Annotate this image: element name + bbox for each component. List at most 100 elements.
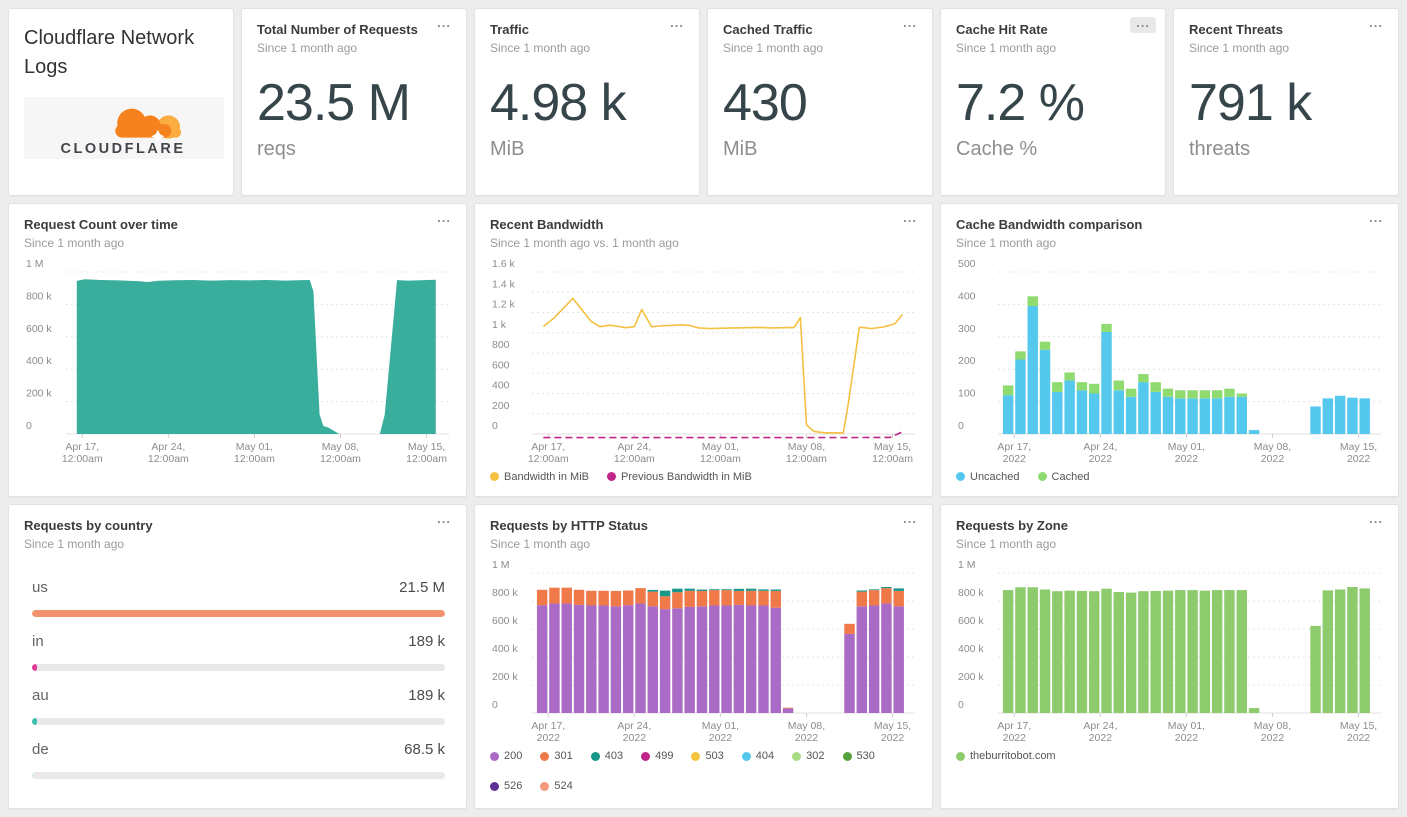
legend-item-403[interactable]: 403 bbox=[590, 750, 623, 762]
request-count-chart[interactable]: 0 200 k 400 k 600 k 800 k1 M Apr 17, 12:00am Ap… bbox=[24, 258, 451, 468]
legend-label: 302 bbox=[806, 750, 825, 762]
svg-text:12:00am: 12:00am bbox=[320, 453, 361, 465]
country-bar[interactable] bbox=[32, 664, 37, 671]
legend-item-503[interactable]: 503 bbox=[691, 750, 724, 762]
svg-text:May 15,: May 15, bbox=[874, 720, 911, 732]
card-menu-button[interactable]: ... bbox=[1363, 512, 1389, 529]
svg-text:600 k: 600 k bbox=[26, 323, 52, 335]
legend-item-530[interactable]: 530 bbox=[842, 750, 875, 762]
svg-text:500: 500 bbox=[958, 258, 976, 270]
legend-item-theburritobot-com[interactable]: theburritobot.com bbox=[956, 750, 1056, 762]
svg-text:12:00am: 12:00am bbox=[148, 453, 189, 465]
svg-text:12:00am: 12:00am bbox=[528, 453, 569, 465]
requests-by-zone-chart[interactable]: 0 200 k 400 k 600 k 800 k1 M Apr 17, 2022 Apr 2… bbox=[956, 559, 1383, 747]
legend-item-404[interactable]: 404 bbox=[741, 750, 775, 762]
http-status-chart[interactable]: 0 200 k 400 k 600 k 800 k1 M Apr 17, 2022 Apr 2… bbox=[490, 559, 917, 747]
legend-label: Previous Bandwidth in MiB bbox=[621, 470, 752, 483]
legend-item-200[interactable]: 200 bbox=[490, 750, 522, 762]
stat-unit: MiB bbox=[723, 138, 758, 161]
country-bar[interactable] bbox=[32, 718, 37, 725]
legend-item-302[interactable]: 302 bbox=[792, 750, 825, 762]
legend-dot bbox=[607, 472, 616, 482]
country-label: au bbox=[32, 687, 49, 704]
legend-item-499[interactable]: 499 bbox=[641, 750, 673, 762]
card-menu-button[interactable]: ... bbox=[431, 512, 457, 529]
svg-text:400: 400 bbox=[958, 290, 976, 302]
chart-card-requests-by-zone: Requests by Zone Since 1 month ago ... 0… bbox=[940, 503, 1399, 809]
country-bar[interactable] bbox=[32, 610, 445, 617]
country-bar-list: us 21.5 M in 189 k au 189 k de 68.5 k bbox=[24, 579, 451, 779]
stat-value: 791 k bbox=[1189, 74, 1312, 133]
svg-text:Apr 17,: Apr 17, bbox=[531, 720, 565, 732]
chart-card-request-count: Request Count over time Since 1 month ag… bbox=[8, 202, 467, 497]
legend-item-previous-bandwidth-in-mib[interactable]: Previous Bandwidth in MiB bbox=[607, 471, 752, 483]
card-menu-button[interactable]: ... bbox=[431, 16, 457, 33]
stat-value: 430 bbox=[723, 74, 808, 133]
country-value: 189 k bbox=[408, 687, 445, 704]
card-menu-button[interactable]: ... bbox=[664, 16, 690, 33]
svg-text:800: 800 bbox=[492, 339, 510, 351]
svg-text:12:00am: 12:00am bbox=[700, 453, 741, 465]
svg-text:2022: 2022 bbox=[1347, 732, 1371, 744]
svg-text:Apr 17,: Apr 17, bbox=[65, 441, 99, 453]
legend-item-bandwidth-in-mib[interactable]: Bandwidth in MiB bbox=[490, 471, 589, 483]
legend-dot bbox=[641, 751, 651, 761]
card-subtitle: Since 1 month ago bbox=[24, 537, 125, 551]
legend-label: 499 bbox=[655, 750, 674, 762]
country-row-us: us 21.5 M bbox=[32, 579, 445, 617]
chart-legend: Uncached Cached bbox=[956, 471, 1383, 483]
svg-text:400 k: 400 k bbox=[492, 643, 518, 655]
svg-text:1 k: 1 k bbox=[492, 319, 507, 331]
card-menu-button[interactable]: ... bbox=[897, 512, 923, 529]
stat-row: Cloudflare Network Logs CLOUDFLARE Total… bbox=[8, 8, 1399, 196]
card-subtitle: Since 1 month ago bbox=[956, 41, 1057, 56]
legend-item-uncached[interactable]: Uncached bbox=[956, 471, 1020, 483]
stat-card-recent-threats: Recent Threats Since 1 month ago ... 791… bbox=[1173, 8, 1399, 196]
card-menu-button[interactable]: ... bbox=[1363, 16, 1389, 33]
svg-text:May 01,: May 01, bbox=[236, 441, 273, 453]
svg-text:600 k: 600 k bbox=[492, 615, 518, 627]
country-value: 68.5 k bbox=[404, 741, 445, 758]
card-title: Requests by country bbox=[24, 517, 153, 533]
card-menu-button[interactable]: ... bbox=[431, 211, 457, 228]
card-menu-button[interactable]: ... bbox=[1130, 16, 1156, 33]
svg-text:400 k: 400 k bbox=[958, 643, 984, 655]
svg-text:2022: 2022 bbox=[1175, 453, 1199, 465]
legend-dot bbox=[842, 751, 852, 761]
legend-item-cached[interactable]: Cached bbox=[1037, 470, 1090, 483]
country-label: de bbox=[32, 741, 49, 758]
svg-text:2022: 2022 bbox=[623, 732, 647, 744]
legend-dot bbox=[741, 751, 751, 761]
svg-text:Apr 17,: Apr 17, bbox=[997, 720, 1031, 732]
svg-text:Apr 17,: Apr 17, bbox=[997, 441, 1031, 453]
legend-dot bbox=[490, 472, 499, 482]
stat-unit: MiB bbox=[490, 138, 525, 161]
card-subtitle: Since 1 month ago bbox=[490, 41, 591, 56]
card-menu-button[interactable]: ... bbox=[897, 211, 923, 228]
card-menu-button[interactable]: ... bbox=[897, 16, 923, 33]
cache-bandwidth-chart[interactable]: 0 100 200 300 400 500 Apr 17, 2022 Apr 24, 2022 Ma… bbox=[956, 258, 1383, 468]
svg-text:12:00am: 12:00am bbox=[62, 453, 103, 465]
svg-text:Apr 24,: Apr 24, bbox=[1083, 441, 1117, 453]
legend-label: 404 bbox=[755, 750, 775, 762]
legend-label: 524 bbox=[554, 780, 573, 792]
svg-text:200 k: 200 k bbox=[492, 671, 518, 683]
legend-label: Cached bbox=[1051, 470, 1090, 483]
svg-text:May 08,: May 08, bbox=[788, 720, 825, 732]
country-bar[interactable] bbox=[32, 772, 35, 779]
chart-row-2: Requests by country Since 1 month ago ..… bbox=[8, 503, 1399, 809]
dashboard: Cloudflare Network Logs CLOUDFLARE Total… bbox=[0, 0, 1407, 817]
svg-text:200: 200 bbox=[492, 400, 510, 412]
legend-item-524[interactable]: 524 bbox=[540, 780, 573, 792]
cloudflare-logo: CLOUDFLARE bbox=[24, 97, 224, 159]
legend-dot bbox=[490, 751, 499, 761]
legend-item-301[interactable]: 301 bbox=[540, 750, 573, 762]
svg-text:1.4 k: 1.4 k bbox=[492, 278, 516, 290]
card-subtitle: Since 1 month ago vs. 1 month ago bbox=[490, 235, 679, 250]
card-menu-button[interactable]: ... bbox=[1363, 211, 1389, 228]
svg-text:300: 300 bbox=[958, 323, 976, 335]
recent-bandwidth-chart[interactable]: 0 200 400 600 800 1 k 1.2 k 1.4 k 1.6 k Apr 17, 12… bbox=[490, 258, 917, 468]
svg-text:1.2 k: 1.2 k bbox=[492, 298, 516, 310]
legend-item-526[interactable]: 526 bbox=[490, 780, 522, 792]
legend-label: Uncached bbox=[970, 470, 1020, 483]
